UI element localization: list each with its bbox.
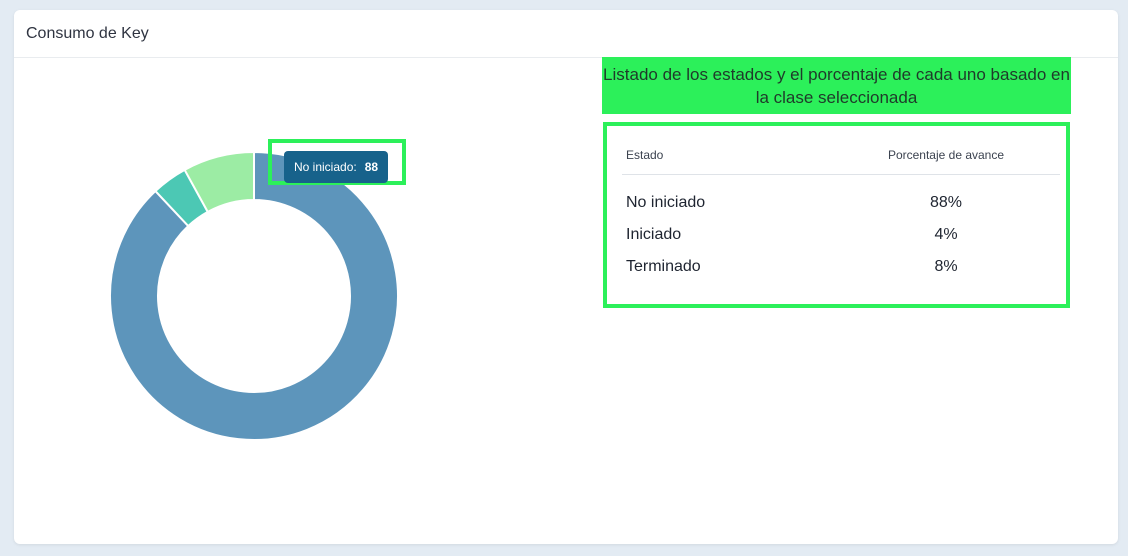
tooltip-label: No iniciado: bbox=[294, 160, 357, 174]
annotation-banner: Listado de los estados y el porcentaje d… bbox=[602, 57, 1071, 114]
table-row: Iniciado 4% bbox=[622, 218, 1060, 250]
status-table: Estado Porcentaje de avance No iniciado … bbox=[603, 122, 1070, 308]
consumo-card: Consumo de Key No iniciado: 88 Listado d… bbox=[14, 10, 1118, 544]
row-estado: Iniciado bbox=[626, 226, 682, 243]
table-row: Terminado 8% bbox=[622, 250, 1060, 282]
annotation-text: Listado de los estados y el porcentaje d… bbox=[603, 65, 1070, 107]
row-porcentaje: 8% bbox=[934, 258, 958, 275]
table-header: Estado Porcentaje de avance bbox=[622, 126, 1060, 175]
tooltip-value: 88 bbox=[364, 160, 379, 174]
donut-chart-svg bbox=[109, 150, 399, 441]
card-title: Consumo de Key bbox=[26, 25, 149, 42]
card-header: Consumo de Key bbox=[14, 10, 1118, 58]
table-row: No iniciado 88% bbox=[622, 186, 1060, 218]
row-porcentaje: 4% bbox=[934, 226, 958, 243]
header-estado: Estado bbox=[626, 148, 664, 162]
donut-chart bbox=[104, 146, 404, 446]
chart-tooltip: No iniciado: 88 bbox=[284, 151, 389, 183]
row-estado: No iniciado bbox=[626, 194, 706, 211]
header-porcentaje: Porcentaje de avance bbox=[887, 148, 1005, 162]
row-estado: Terminado bbox=[626, 258, 701, 275]
row-porcentaje: 88% bbox=[929, 194, 963, 211]
